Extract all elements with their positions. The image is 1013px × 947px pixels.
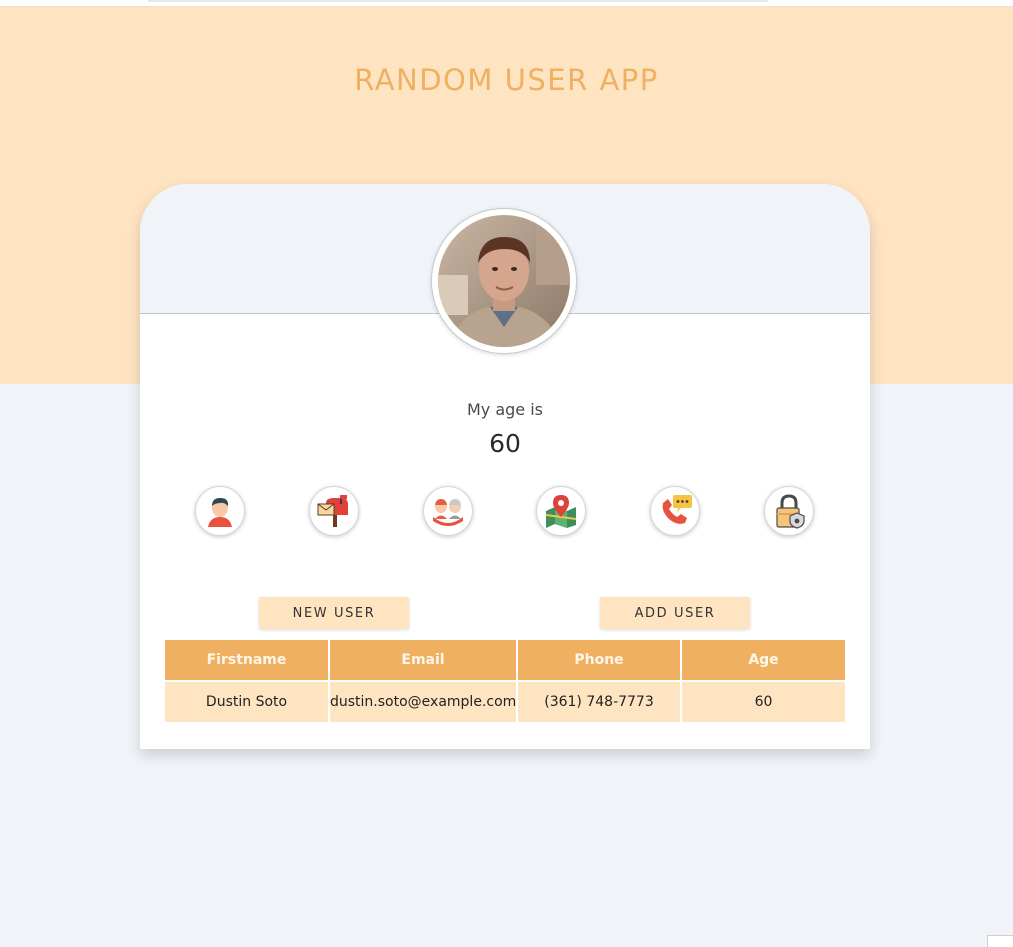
phone-icon — [662, 495, 692, 524]
avatar — [431, 208, 577, 354]
location-map-icon — [545, 495, 577, 528]
user-card: My age is 60 NEW USER ADD USER Firstname… — [140, 184, 870, 749]
app-title: RANDOM USER APP — [354, 63, 659, 97]
new-user-button[interactable]: NEW USER — [259, 597, 409, 629]
cell-age: 60 — [681, 681, 845, 722]
scroll-corner — [987, 935, 1013, 947]
lock-icon-button[interactable] — [764, 486, 814, 536]
phone-icon-button[interactable] — [650, 486, 700, 536]
column-header-firstname: Firstname — [165, 640, 330, 682]
column-header-email: Email — [329, 640, 518, 682]
lock-icon — [776, 494, 805, 529]
top-strip-bar — [148, 0, 768, 2]
column-header-phone: Phone — [517, 640, 682, 682]
user-icon-button[interactable] — [195, 486, 245, 536]
avatar-photo — [438, 215, 570, 347]
cell-phone: (361) 748-7773 — [517, 681, 682, 722]
location-map-icon-button[interactable] — [536, 486, 586, 536]
mailbox-icon — [317, 495, 348, 527]
age-label: My age is — [466, 400, 544, 419]
browser-top-strip — [0, 0, 1013, 7]
cell-firstname: Dustin Soto — [165, 681, 330, 722]
users-table: Firstname Email Phone Age Dustin Soto du… — [165, 640, 845, 722]
table-row: Dustin Soto dustin.soto@example.com (361… — [165, 681, 845, 722]
column-header-age: Age — [681, 640, 845, 682]
age-group-icon — [433, 499, 463, 526]
cell-email: dustin.soto@example.com — [329, 681, 518, 722]
age-value: 60 — [489, 429, 521, 458]
add-user-button[interactable]: ADD USER — [600, 597, 750, 629]
table-header-row: Firstname Email Phone Age — [165, 640, 845, 682]
mailbox-icon-button[interactable] — [309, 486, 359, 536]
age-group-icon-button[interactable] — [423, 486, 473, 536]
user-icon — [208, 498, 232, 527]
